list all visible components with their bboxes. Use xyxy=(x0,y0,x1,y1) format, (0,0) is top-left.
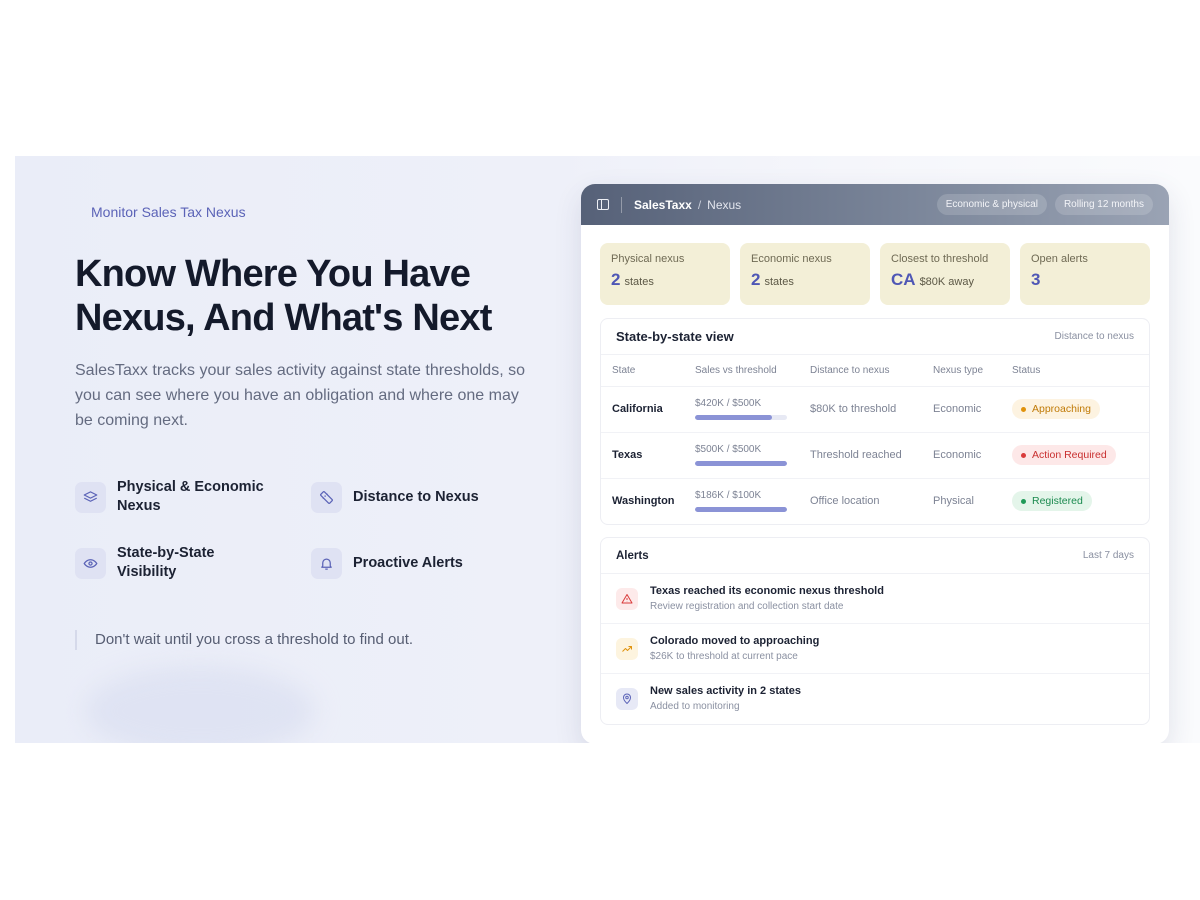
hero-section: Monitor Sales Tax Nexus Know Where You H… xyxy=(15,156,1200,743)
column-header[interactable]: Sales vs threshold xyxy=(695,355,810,387)
sales-vs-threshold: $420K / $500K xyxy=(695,398,762,409)
sidebar-toggle-icon[interactable] xyxy=(597,199,609,210)
stat-unit: states xyxy=(624,276,654,288)
stat-card-alerts: Open alerts 3 xyxy=(1020,243,1150,305)
layers-icon xyxy=(75,481,106,513)
stat-value: 2 xyxy=(611,270,621,289)
stat-cards: Physical nexus 2 states Economic nexus 2s… xyxy=(600,243,1150,305)
table-row[interactable]: California $420K / $500K $80K to thresho… xyxy=(601,386,1149,433)
filter-chips: Economic & physical Rolling 12 months xyxy=(936,194,1153,215)
app-topbar: SalesTaxx / Nexus Economic & physical Ro… xyxy=(581,184,1169,225)
panel-title: State-by-state view xyxy=(616,329,734,344)
progress-fill xyxy=(695,507,787,513)
distance-value: Office location xyxy=(810,495,880,508)
stat-label: Economic nexus xyxy=(751,253,832,265)
chip-period[interactable]: Rolling 12 months xyxy=(1054,194,1153,215)
feature-physical-economic: Physical & Economic Nexus xyxy=(75,478,277,516)
status-badge: Approaching xyxy=(1012,399,1100,419)
stat-card-economic: Economic nexus 2 states xyxy=(740,243,870,305)
panel-subtitle: Distance to nexus xyxy=(1054,331,1135,342)
column-header[interactable]: State xyxy=(601,355,695,387)
eye-icon xyxy=(75,547,106,579)
chip-nexus-type[interactable]: Economic & physical xyxy=(936,194,1047,215)
progress-bar xyxy=(695,415,787,420)
alert-detail: $26K to threshold at current pace xyxy=(650,650,798,662)
distance-value: Threshold reached xyxy=(810,432,933,479)
alert-detail: Added to monitoring xyxy=(650,701,740,712)
table-row[interactable]: Washington $186K / $100K Office location… xyxy=(601,478,1149,524)
alert-item[interactable]: Texas reached its economic nexus thresho… xyxy=(601,574,1149,624)
stat-value: 3 xyxy=(1031,270,1041,289)
distance-value: $80K to threshold xyxy=(810,386,933,433)
panel-subtitle: Last 7 days xyxy=(1082,550,1134,561)
alert-item[interactable]: New sales activity in 2 states Added to … xyxy=(601,674,1149,724)
column-header[interactable]: Nexus type xyxy=(933,355,1012,387)
alert-detail: Review registration and collection start… xyxy=(650,600,844,612)
alert-title: Colorado moved to approaching xyxy=(650,634,820,647)
feature-state-visibility: State-by-State Visibility xyxy=(75,544,247,582)
feature-label: Distance to Nexus xyxy=(353,489,479,505)
table-row[interactable]: Texas $500K / $500K Threshold reached Ec… xyxy=(601,432,1149,479)
progress-fill xyxy=(695,461,787,466)
progress-fill xyxy=(695,415,773,420)
decorative-blob xyxy=(85,666,315,743)
map-pin-icon xyxy=(616,688,638,710)
app-preview-card: SalesTaxx / Nexus Economic & physical Ro… xyxy=(581,184,1169,743)
alert-title: New sales activity in 2 states xyxy=(650,685,802,697)
state-name: California xyxy=(601,386,695,433)
nexus-type: Economic xyxy=(933,432,1012,479)
callout-quote: Don't wait until you cross a threshold t… xyxy=(75,630,413,650)
status-badge: Action Required xyxy=(1012,445,1116,465)
stat-label: Open alerts xyxy=(1031,253,1088,265)
status-badge: Registered xyxy=(1012,491,1092,512)
panel-title: Alerts xyxy=(616,549,649,562)
alert-title: Texas reached its economic nexus thresho… xyxy=(650,584,884,597)
alerts-panel: Alerts Last 7 days Texas reached its eco… xyxy=(600,537,1150,725)
state-table: State Sales vs threshold Distance to nex… xyxy=(601,355,1149,524)
app-brand[interactable]: SalesTaxx xyxy=(634,198,692,212)
column-header[interactable]: Distance to nexus xyxy=(810,355,933,387)
hero-description: SalesTaxx tracks your sales activity aga… xyxy=(75,362,525,429)
state-name: Washington xyxy=(612,495,675,508)
feature-proactive-alerts: Proactive Alerts xyxy=(311,548,463,579)
stat-value: CA xyxy=(891,270,916,289)
eyebrow-label: Monitor Sales Tax Nexus xyxy=(91,204,246,220)
stat-label: Closest to threshold xyxy=(891,253,989,265)
hero-headline: Know Where You Have Nexus, And What's Ne… xyxy=(75,253,492,339)
stat-card-physical: Physical nexus 2 states xyxy=(600,243,730,305)
nexus-type: Physical xyxy=(933,495,974,508)
feature-distance: Distance to Nexus xyxy=(311,482,479,513)
progress-bar xyxy=(695,507,787,513)
nexus-type: Economic xyxy=(933,386,1012,433)
trending-up-icon xyxy=(616,637,638,660)
stat-label: Physical nexus xyxy=(611,253,685,265)
feature-label: Physical & Economic Nexus xyxy=(117,479,264,514)
warning-icon xyxy=(616,587,638,610)
divider xyxy=(621,196,622,213)
bell-icon xyxy=(311,548,342,579)
progress-bar xyxy=(695,461,787,466)
stat-unit: $80K away xyxy=(919,276,974,288)
state-name: Texas xyxy=(601,432,695,479)
ruler-icon xyxy=(311,482,342,513)
sales-vs-threshold: $500K / $500K xyxy=(695,444,762,455)
breadcrumb-current: Nexus xyxy=(707,197,742,212)
stat-value: 2 xyxy=(751,270,761,289)
stat-card-closest: Closest to threshold CA $80K away xyxy=(880,243,1010,305)
feature-label: Proactive Alerts xyxy=(353,555,463,571)
breadcrumb-separator: / xyxy=(697,197,702,212)
feature-label: State-by-State Visibility xyxy=(117,545,215,580)
stat-unit: states xyxy=(764,276,794,288)
column-header[interactable]: Status xyxy=(1012,355,1149,387)
alert-item[interactable]: Colorado moved to approaching $26K to th… xyxy=(601,624,1149,674)
sales-vs-threshold: $186K / $100K xyxy=(695,490,762,502)
state-table-panel: State-by-state view Distance to nexus St… xyxy=(600,318,1150,525)
